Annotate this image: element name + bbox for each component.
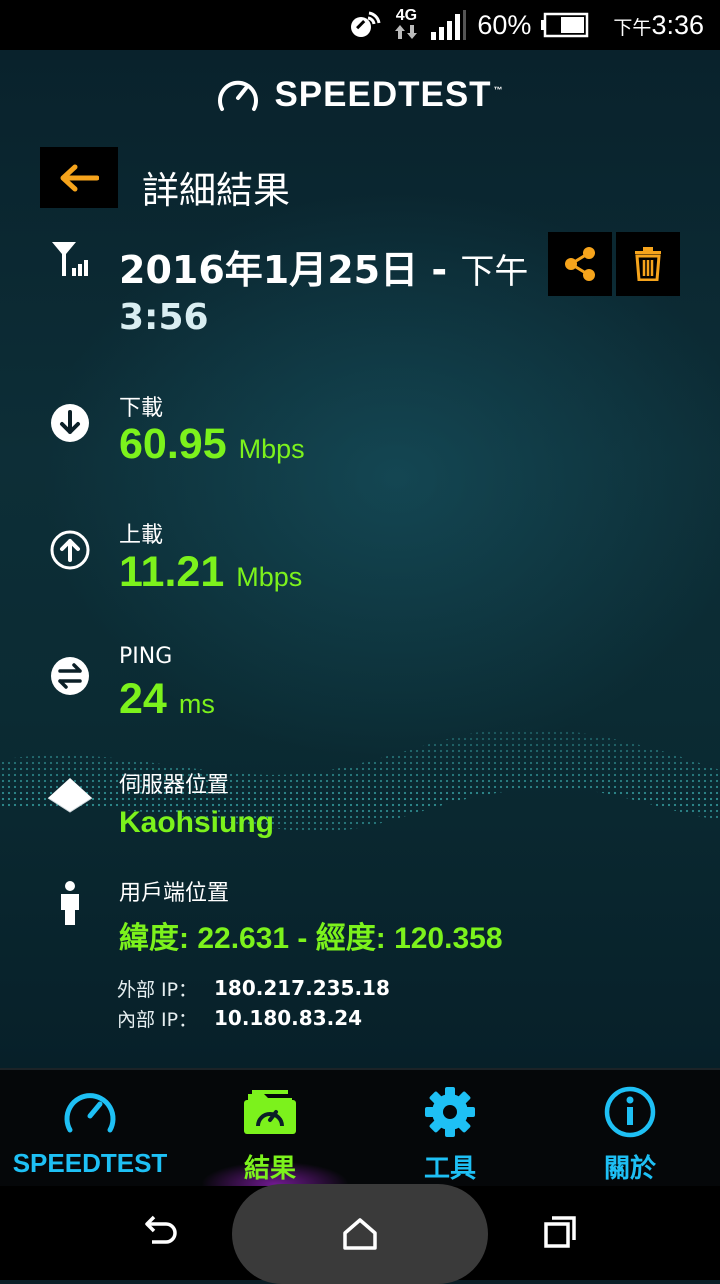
internal-ip-row: 內部 IP： 10.180.83.24 bbox=[117, 1003, 390, 1033]
external-ip-row: 外部 IP： 180.217.235.18 bbox=[117, 973, 390, 1003]
back-icon bbox=[145, 1215, 177, 1244]
upload-icon bbox=[50, 530, 90, 570]
ping-label: PING bbox=[119, 644, 173, 669]
nav-results-label: 結果 bbox=[243, 1153, 296, 1183]
system-home-button[interactable] bbox=[232, 1184, 488, 1284]
battery-icon bbox=[541, 12, 589, 38]
system-back-button[interactable] bbox=[136, 1208, 184, 1256]
gear-icon bbox=[425, 1087, 475, 1137]
nav-speedtest-label: SPEEDTEST bbox=[12, 1148, 168, 1178]
client-coordinates: 緯度: 22.631 - 經度: 120.358 bbox=[119, 922, 503, 955]
nav-results[interactable]: 結果 bbox=[180, 1068, 360, 1186]
cellular-network-icon bbox=[52, 242, 88, 276]
nav-tools[interactable]: 工具 bbox=[360, 1068, 540, 1186]
download-label: 下載 bbox=[119, 396, 164, 421]
nav-about-label: 關於 bbox=[603, 1153, 656, 1183]
ping-icon bbox=[51, 657, 89, 695]
system-recents-button[interactable] bbox=[536, 1208, 584, 1256]
battery-percent: 60% bbox=[477, 9, 532, 40]
external-ip-label: 外部 IP： bbox=[117, 978, 198, 1001]
download-value: 60.95 Mbps bbox=[119, 420, 305, 468]
time-display: 下午 3:36 bbox=[613, 9, 704, 40]
page-title: 詳細結果 bbox=[142, 169, 290, 212]
ping-value: 24 ms bbox=[119, 675, 215, 723]
recents-icon bbox=[544, 1216, 576, 1248]
test-date: 2016年1月25日 - 下午 bbox=[119, 248, 529, 292]
share-icon bbox=[565, 247, 595, 281]
server-label: 伺服器位置 bbox=[119, 773, 230, 798]
status-bar: 4G 60% 下午 3:36 bbox=[0, 0, 720, 50]
network-type: 4G bbox=[393, 8, 419, 41]
back-button[interactable] bbox=[40, 147, 118, 208]
client-label: 用戶端位置 bbox=[119, 881, 230, 906]
upload-label: 上載 bbox=[119, 523, 164, 548]
internal-ip-label: 內部 IP： bbox=[117, 1008, 198, 1031]
upload-value: 11.21 Mbps bbox=[119, 548, 303, 596]
share-button[interactable] bbox=[548, 232, 612, 296]
external-ip-value: 180.217.235.18 bbox=[214, 976, 390, 1000]
nav-about[interactable]: 關於 bbox=[540, 1068, 720, 1186]
wifi-calling-icon bbox=[351, 11, 381, 37]
info-icon bbox=[604, 1086, 656, 1138]
delete-button[interactable] bbox=[616, 232, 680, 296]
home-icon bbox=[343, 1218, 377, 1250]
person-icon bbox=[61, 881, 79, 925]
server-value: Kaohsiung bbox=[119, 806, 274, 839]
trash-icon bbox=[635, 247, 661, 281]
speedometer-logo-icon bbox=[218, 80, 259, 111]
results-folder-icon bbox=[244, 1090, 296, 1134]
speedtest-logo: SPEEDTEST ™ bbox=[0, 75, 720, 115]
test-time: 3:56 bbox=[119, 297, 209, 338]
particle-wave-decoration bbox=[0, 728, 720, 832]
server-location-icon bbox=[47, 778, 93, 813]
ip-info: 外部 IP： 180.217.235.18 內部 IP： 10.180.83.2… bbox=[117, 973, 390, 1033]
download-icon bbox=[51, 404, 89, 442]
data-transfer-icon bbox=[395, 25, 418, 39]
back-arrow-icon bbox=[60, 164, 99, 191]
signal-strength-icon bbox=[431, 10, 467, 40]
speedometer-icon bbox=[64, 1093, 116, 1133]
nav-speedtest[interactable]: SPEEDTEST bbox=[0, 1068, 180, 1186]
internal-ip-value: 10.180.83.24 bbox=[214, 1006, 363, 1030]
nav-tools-label: 工具 bbox=[423, 1153, 476, 1183]
